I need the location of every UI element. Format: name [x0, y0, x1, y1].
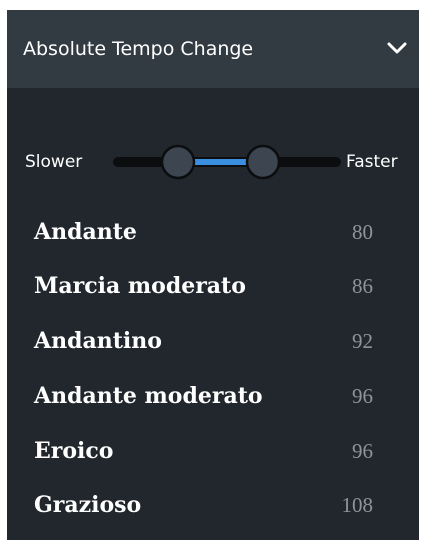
- slider-track[interactable]: [111, 143, 345, 183]
- tempo-name: Andantino: [34, 328, 162, 354]
- tempo-item[interactable]: Andante 80: [7, 215, 419, 255]
- tempo-bpm: 108: [341, 493, 374, 517]
- panel-header[interactable]: Absolute Tempo Change: [7, 10, 419, 88]
- tempo-panel: Absolute Tempo Change Slower Faster Anda…: [7, 10, 419, 540]
- tempo-bpm: 96: [352, 439, 373, 463]
- tempo-item[interactable]: Grazioso 108: [7, 488, 419, 528]
- tempo-name: Andante: [34, 219, 137, 245]
- tempo-name: Andante moderato: [34, 383, 263, 409]
- tempo-item[interactable]: Eroico 96: [7, 434, 419, 474]
- tempo-bpm: 96: [352, 384, 373, 408]
- tempo-bpm: 92: [352, 329, 373, 353]
- faster-label: Faster: [346, 152, 398, 172]
- tempo-bpm: 80: [352, 220, 373, 244]
- chevron-down-icon[interactable]: [385, 38, 409, 58]
- tempo-bpm: 86: [352, 274, 373, 298]
- tempo-item[interactable]: Andantino 92: [7, 324, 419, 364]
- tempo-range-slider[interactable]: Slower Faster: [7, 143, 419, 183]
- tempo-item[interactable]: Marcia moderato 86: [7, 269, 419, 309]
- tempo-name: Marcia moderato: [34, 273, 246, 299]
- slider-handle-max[interactable]: [245, 144, 281, 180]
- tempo-name: Grazioso: [34, 492, 142, 518]
- tempo-name: Eroico: [34, 438, 114, 464]
- slower-label: Slower: [25, 152, 83, 172]
- panel-title: Absolute Tempo Change: [23, 38, 254, 60]
- tempo-item[interactable]: Andante moderato 96: [7, 379, 419, 419]
- slider-handle-min[interactable]: [160, 144, 196, 180]
- slider-range-fill: [189, 159, 249, 165]
